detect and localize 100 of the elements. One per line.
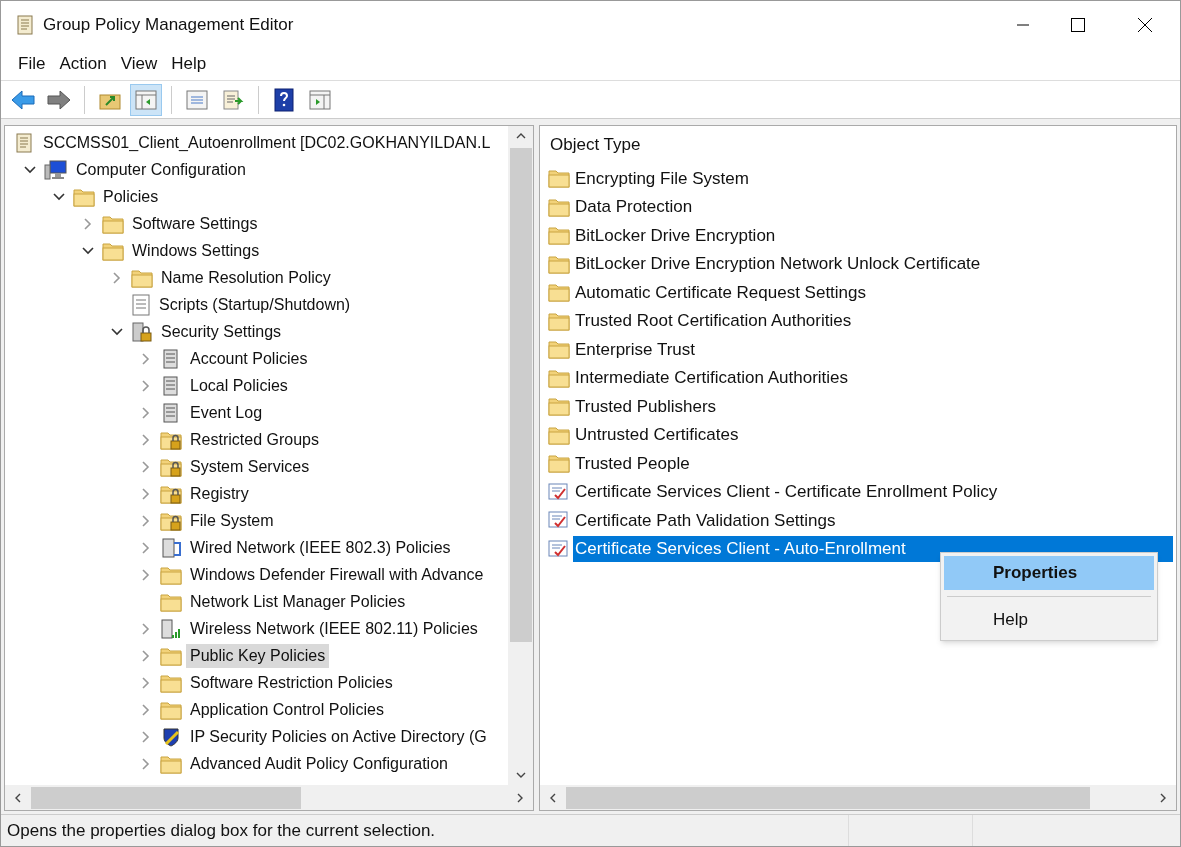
scroll-right-icon: [1160, 792, 1166, 803]
expand-chevron-icon[interactable]: [141, 541, 150, 554]
folder-icon: [548, 225, 570, 246]
folder-icon: [548, 367, 570, 388]
wireless-icon: [160, 617, 182, 640]
scroll-left-icon: [15, 792, 21, 803]
collapse-chevron-icon[interactable]: [23, 165, 36, 174]
folder-icon: [102, 213, 124, 234]
folder-icon: [548, 253, 570, 274]
menu-item[interactable]: Help: [164, 51, 214, 77]
expand-chevron-icon[interactable]: [141, 487, 150, 500]
pane-icon: [308, 88, 332, 111]
menu-item[interactable]: Help: [944, 603, 1154, 637]
menu-item[interactable]: Properties: [944, 556, 1154, 590]
horizontal-scrollbar[interactable]: [540, 785, 1176, 810]
tree-item[interactable]: Wired Network (IEEE 802.3) Policies: [186, 535, 455, 560]
list-item[interactable]: Untrusted Certificates: [573, 421, 739, 448]
forward-arrow-icon: [46, 88, 72, 111]
tree-item[interactable]: Name Resolution Policy: [157, 265, 335, 290]
scroll-right-icon: [517, 792, 523, 803]
menu-item[interactable]: View: [113, 51, 165, 77]
tree-item[interactable]: Network List Manager Policies: [186, 589, 410, 614]
folder-icon: [548, 424, 570, 445]
expand-chevron-icon[interactable]: [141, 379, 150, 392]
list-item[interactable]: Automatic Certificate Request Settings: [573, 279, 867, 306]
expand-chevron-icon[interactable]: [141, 352, 150, 365]
locked-folder-icon: [160, 456, 182, 477]
folder-icon: [548, 282, 570, 303]
tree-item[interactable]: Restricted Groups: [186, 427, 323, 452]
expand-chevron-icon[interactable]: [141, 649, 150, 662]
tree-item[interactable]: Account Policies: [186, 346, 312, 371]
certificate-icon: [548, 537, 570, 560]
expand-chevron-icon[interactable]: [83, 217, 92, 230]
menu-item[interactable]: Action: [52, 51, 114, 77]
expand-chevron-icon[interactable]: [141, 460, 150, 473]
status-text: Opens the properties dialog box for the current selection.: [1, 815, 849, 846]
vertical-scrollbar[interactable]: [508, 126, 533, 785]
list-item[interactable]: Data Protection: [573, 193, 693, 220]
expand-chevron-icon[interactable]: [141, 433, 150, 446]
script-icon: [131, 293, 151, 316]
tree-item[interactable]: Registry: [186, 481, 253, 506]
shield-icon: [160, 725, 182, 748]
locked-folder-icon: [160, 510, 182, 531]
list-item[interactable]: Trusted Publishers: [573, 393, 717, 420]
tree-item[interactable]: Software Settings: [128, 211, 262, 236]
expand-chevron-icon[interactable]: [112, 271, 121, 284]
window-title: Group Policy Management Editor: [43, 13, 294, 36]
expand-chevron-icon[interactable]: [141, 568, 150, 581]
network-icon: [160, 536, 182, 559]
expand-chevron-icon[interactable]: [141, 757, 150, 770]
expand-chevron-icon[interactable]: [141, 406, 150, 419]
properties-icon: [185, 88, 209, 111]
tree-item[interactable]: Local Policies: [186, 373, 292, 398]
tree-item[interactable]: Event Log: [186, 400, 267, 425]
list-item[interactable]: Certificate Path Validation Settings: [573, 507, 836, 534]
folder-icon: [548, 310, 570, 331]
list-item[interactable]: Trusted Root Certification Authorities: [573, 307, 852, 334]
tree-item[interactable]: Policies: [99, 184, 163, 209]
tree-item[interactable]: System Services: [186, 454, 314, 479]
expand-chevron-icon[interactable]: [141, 622, 150, 635]
tree-item[interactable]: Application Control Policies: [186, 697, 388, 722]
list-item[interactable]: BitLocker Drive Encryption Network Unlock Certificate: [573, 250, 981, 277]
expand-chevron-icon[interactable]: [141, 514, 150, 527]
collapse-chevron-icon[interactable]: [52, 192, 65, 201]
expand-chevron-icon[interactable]: [141, 730, 150, 743]
tree-item[interactable]: Scripts (Startup/Shutdown): [155, 292, 355, 317]
tree-item[interactable]: Windows Defender Firewall with Advance: [186, 562, 488, 587]
list-item[interactable]: Trusted People: [573, 450, 690, 477]
list-item[interactable]: Encrypting File System: [573, 165, 749, 192]
expand-chevron-icon[interactable]: [141, 703, 150, 716]
tree-item[interactable]: Security Settings: [157, 319, 286, 344]
column-header[interactable]: Object Type: [550, 132, 641, 158]
folder-icon: [160, 672, 182, 693]
scroll-icon: [13, 131, 35, 154]
folder-icon: [160, 699, 182, 720]
list-item[interactable]: BitLocker Drive Encryption: [573, 222, 776, 249]
pane-icon: [134, 88, 158, 111]
scroll-icon: [15, 13, 35, 36]
list-item[interactable]: Intermediate Certification Authorities: [573, 364, 849, 391]
tree-item[interactable]: Advanced Audit Policy Configuration: [186, 751, 452, 776]
tree-item[interactable]: SCCMSS01_Client_Autoenrollment [DC02.GOKHANYILDAN.L: [39, 130, 495, 155]
menu-item[interactable]: File: [11, 51, 53, 77]
folder-icon: [160, 753, 182, 774]
list-item[interactable]: Certificate Services Client - Certificate Enrollment Policy: [573, 478, 998, 505]
scroll-left-icon: [550, 792, 556, 803]
tree-item[interactable]: Software Restriction Policies: [186, 670, 397, 695]
minimize-icon: [1017, 23, 1029, 26]
tree-item[interactable]: File System: [186, 508, 278, 533]
collapse-chevron-icon[interactable]: [110, 327, 123, 336]
tree-item[interactable]: Windows Settings: [128, 238, 264, 263]
collapse-chevron-icon[interactable]: [81, 246, 94, 255]
tree-item[interactable]: Wireless Network (IEEE 802.11) Policies: [186, 616, 482, 641]
locked-folder-icon: [160, 483, 182, 504]
tree-item[interactable]: IP Security Policies on Active Directory (G: [186, 724, 491, 749]
horizontal-scrollbar[interactable]: [5, 785, 533, 810]
list-item[interactable]: Enterprise Trust: [573, 336, 695, 363]
folder-icon: [548, 453, 570, 474]
tree-item[interactable]: Public Key Policies: [186, 643, 330, 668]
expand-chevron-icon[interactable]: [141, 676, 150, 689]
tree-item[interactable]: Computer Configuration: [72, 157, 250, 182]
